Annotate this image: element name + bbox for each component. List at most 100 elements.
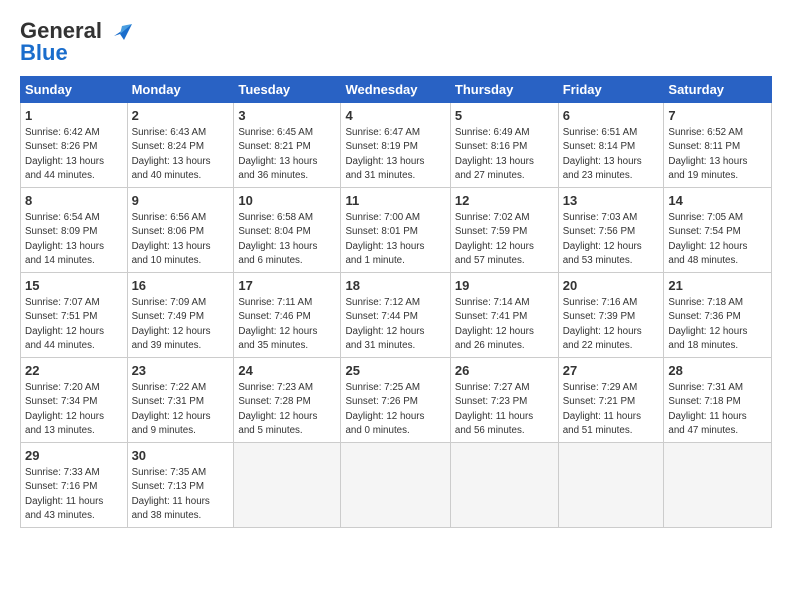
calendar-cell: 5Sunrise: 6:49 AM Sunset: 8:16 PM Daylig…	[450, 103, 558, 188]
calendar-cell: 2Sunrise: 6:43 AM Sunset: 8:24 PM Daylig…	[127, 103, 234, 188]
day-number: 30	[132, 447, 230, 465]
day-number: 21	[668, 277, 767, 295]
day-info: Sunrise: 7:20 AM Sunset: 7:34 PM Dayligh…	[25, 381, 123, 438]
day-info: Sunrise: 7:03 AM Sunset: 7:56 PM Dayligh…	[563, 211, 660, 268]
day-number: 14	[668, 192, 767, 210]
calendar-cell: 20Sunrise: 7:16 AM Sunset: 7:39 PM Dayli…	[558, 273, 664, 358]
day-number: 11	[345, 192, 445, 210]
calendar-cell: 15Sunrise: 7:07 AM Sunset: 7:51 PM Dayli…	[21, 273, 128, 358]
calendar-header-row: SundayMondayTuesdayWednesdayThursdayFrid…	[21, 77, 772, 103]
calendar-cell: 17Sunrise: 7:11 AM Sunset: 7:46 PM Dayli…	[234, 273, 341, 358]
calendar-cell: 10Sunrise: 6:58 AM Sunset: 8:04 PM Dayli…	[234, 188, 341, 273]
calendar-cell	[341, 443, 450, 528]
day-number: 16	[132, 277, 230, 295]
calendar-cell: 3Sunrise: 6:45 AM Sunset: 8:21 PM Daylig…	[234, 103, 341, 188]
day-info: Sunrise: 6:54 AM Sunset: 8:09 PM Dayligh…	[25, 211, 123, 268]
day-number: 28	[668, 362, 767, 380]
day-info: Sunrise: 7:33 AM Sunset: 7:16 PM Dayligh…	[25, 466, 123, 523]
day-number: 1	[25, 107, 123, 125]
calendar-cell: 7Sunrise: 6:52 AM Sunset: 8:11 PM Daylig…	[664, 103, 772, 188]
day-number: 12	[455, 192, 554, 210]
calendar-cell: 18Sunrise: 7:12 AM Sunset: 7:44 PM Dayli…	[341, 273, 450, 358]
day-info: Sunrise: 6:49 AM Sunset: 8:16 PM Dayligh…	[455, 126, 554, 183]
day-number: 17	[238, 277, 336, 295]
day-info: Sunrise: 6:45 AM Sunset: 8:21 PM Dayligh…	[238, 126, 336, 183]
calendar-cell: 4Sunrise: 6:47 AM Sunset: 8:19 PM Daylig…	[341, 103, 450, 188]
calendar-cell: 24Sunrise: 7:23 AM Sunset: 7:28 PM Dayli…	[234, 358, 341, 443]
calendar-cell: 13Sunrise: 7:03 AM Sunset: 7:56 PM Dayli…	[558, 188, 664, 273]
day-info: Sunrise: 7:16 AM Sunset: 7:39 PM Dayligh…	[563, 296, 660, 353]
day-info: Sunrise: 6:58 AM Sunset: 8:04 PM Dayligh…	[238, 211, 336, 268]
day-info: Sunrise: 6:42 AM Sunset: 8:26 PM Dayligh…	[25, 126, 123, 183]
page: General Blue SundayMondayTuesdayWednesda…	[0, 0, 792, 538]
day-number: 18	[345, 277, 445, 295]
calendar-table: SundayMondayTuesdayWednesdayThursdayFrid…	[20, 76, 772, 528]
calendar-cell: 21Sunrise: 7:18 AM Sunset: 7:36 PM Dayli…	[664, 273, 772, 358]
day-number: 4	[345, 107, 445, 125]
calendar-cell: 16Sunrise: 7:09 AM Sunset: 7:49 PM Dayli…	[127, 273, 234, 358]
calendar-cell: 12Sunrise: 7:02 AM Sunset: 7:59 PM Dayli…	[450, 188, 558, 273]
weekday-header-friday: Friday	[558, 77, 664, 103]
day-number: 5	[455, 107, 554, 125]
day-info: Sunrise: 6:47 AM Sunset: 8:19 PM Dayligh…	[345, 126, 445, 183]
calendar-cell	[234, 443, 341, 528]
calendar-cell: 1Sunrise: 6:42 AM Sunset: 8:26 PM Daylig…	[21, 103, 128, 188]
day-info: Sunrise: 6:51 AM Sunset: 8:14 PM Dayligh…	[563, 126, 660, 183]
calendar-cell: 25Sunrise: 7:25 AM Sunset: 7:26 PM Dayli…	[341, 358, 450, 443]
day-number: 25	[345, 362, 445, 380]
calendar-cell	[450, 443, 558, 528]
day-info: Sunrise: 7:31 AM Sunset: 7:18 PM Dayligh…	[668, 381, 767, 438]
day-info: Sunrise: 7:35 AM Sunset: 7:13 PM Dayligh…	[132, 466, 230, 523]
logo-bird-icon	[106, 18, 132, 44]
day-number: 10	[238, 192, 336, 210]
weekday-header-monday: Monday	[127, 77, 234, 103]
day-info: Sunrise: 6:43 AM Sunset: 8:24 PM Dayligh…	[132, 126, 230, 183]
calendar-cell	[664, 443, 772, 528]
calendar-week-4: 22Sunrise: 7:20 AM Sunset: 7:34 PM Dayli…	[21, 358, 772, 443]
day-info: Sunrise: 7:18 AM Sunset: 7:36 PM Dayligh…	[668, 296, 767, 353]
day-number: 13	[563, 192, 660, 210]
day-number: 20	[563, 277, 660, 295]
day-number: 22	[25, 362, 123, 380]
day-info: Sunrise: 7:29 AM Sunset: 7:21 PM Dayligh…	[563, 381, 660, 438]
header: General Blue	[20, 18, 772, 66]
weekday-header-sunday: Sunday	[21, 77, 128, 103]
day-number: 15	[25, 277, 123, 295]
weekday-header-tuesday: Tuesday	[234, 77, 341, 103]
day-number: 23	[132, 362, 230, 380]
day-number: 26	[455, 362, 554, 380]
calendar-week-2: 8Sunrise: 6:54 AM Sunset: 8:09 PM Daylig…	[21, 188, 772, 273]
weekday-header-thursday: Thursday	[450, 77, 558, 103]
day-info: Sunrise: 6:56 AM Sunset: 8:06 PM Dayligh…	[132, 211, 230, 268]
calendar-week-1: 1Sunrise: 6:42 AM Sunset: 8:26 PM Daylig…	[21, 103, 772, 188]
day-info: Sunrise: 7:11 AM Sunset: 7:46 PM Dayligh…	[238, 296, 336, 353]
calendar-cell: 22Sunrise: 7:20 AM Sunset: 7:34 PM Dayli…	[21, 358, 128, 443]
calendar-cell: 14Sunrise: 7:05 AM Sunset: 7:54 PM Dayli…	[664, 188, 772, 273]
day-info: Sunrise: 7:09 AM Sunset: 7:49 PM Dayligh…	[132, 296, 230, 353]
calendar-cell: 9Sunrise: 6:56 AM Sunset: 8:06 PM Daylig…	[127, 188, 234, 273]
day-info: Sunrise: 7:00 AM Sunset: 8:01 PM Dayligh…	[345, 211, 445, 268]
day-info: Sunrise: 7:07 AM Sunset: 7:51 PM Dayligh…	[25, 296, 123, 353]
day-number: 9	[132, 192, 230, 210]
calendar-cell: 30Sunrise: 7:35 AM Sunset: 7:13 PM Dayli…	[127, 443, 234, 528]
weekday-header-wednesday: Wednesday	[341, 77, 450, 103]
day-info: Sunrise: 7:22 AM Sunset: 7:31 PM Dayligh…	[132, 381, 230, 438]
calendar-cell: 23Sunrise: 7:22 AM Sunset: 7:31 PM Dayli…	[127, 358, 234, 443]
day-info: Sunrise: 7:05 AM Sunset: 7:54 PM Dayligh…	[668, 211, 767, 268]
logo: General Blue	[20, 18, 132, 66]
calendar-week-3: 15Sunrise: 7:07 AM Sunset: 7:51 PM Dayli…	[21, 273, 772, 358]
day-number: 24	[238, 362, 336, 380]
day-info: Sunrise: 6:52 AM Sunset: 8:11 PM Dayligh…	[668, 126, 767, 183]
day-info: Sunrise: 7:02 AM Sunset: 7:59 PM Dayligh…	[455, 211, 554, 268]
calendar-cell: 8Sunrise: 6:54 AM Sunset: 8:09 PM Daylig…	[21, 188, 128, 273]
day-info: Sunrise: 7:12 AM Sunset: 7:44 PM Dayligh…	[345, 296, 445, 353]
day-info: Sunrise: 7:25 AM Sunset: 7:26 PM Dayligh…	[345, 381, 445, 438]
calendar-cell: 6Sunrise: 6:51 AM Sunset: 8:14 PM Daylig…	[558, 103, 664, 188]
day-number: 8	[25, 192, 123, 210]
day-number: 2	[132, 107, 230, 125]
day-info: Sunrise: 7:14 AM Sunset: 7:41 PM Dayligh…	[455, 296, 554, 353]
calendar-cell: 26Sunrise: 7:27 AM Sunset: 7:23 PM Dayli…	[450, 358, 558, 443]
weekday-header-saturday: Saturday	[664, 77, 772, 103]
calendar-week-5: 29Sunrise: 7:33 AM Sunset: 7:16 PM Dayli…	[21, 443, 772, 528]
logo-blue: Blue	[20, 40, 68, 66]
